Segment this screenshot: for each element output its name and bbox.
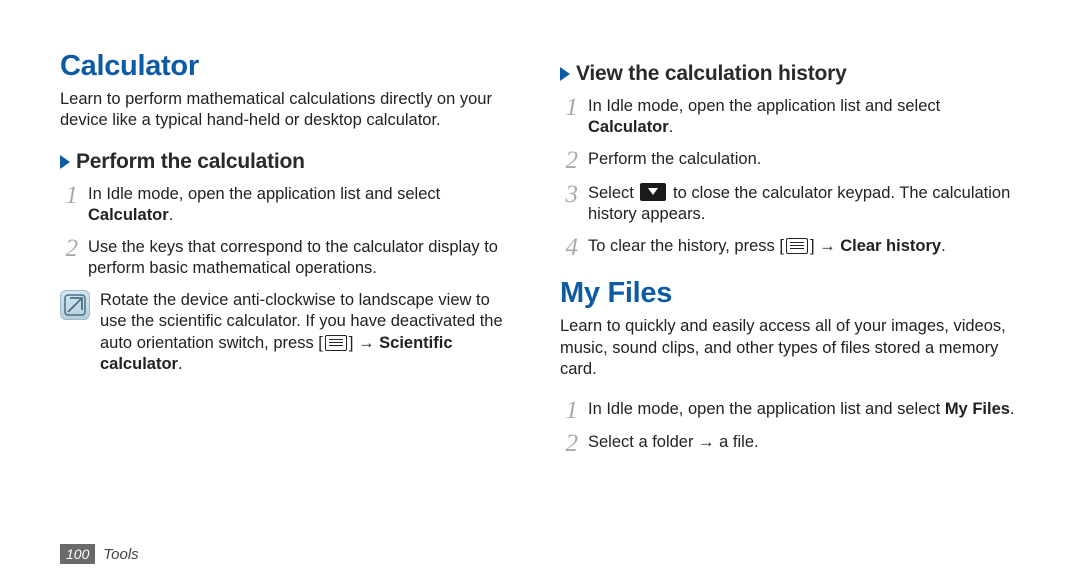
step-2: 2 Select a folder → a file. (560, 432, 1020, 456)
step-body: In Idle mode, open the application list … (88, 184, 520, 227)
app-name-calculator: Calculator (588, 118, 669, 136)
text: In Idle mode, open the application list … (88, 185, 440, 203)
step-body: Select a folder → a file. (588, 432, 1020, 456)
chevron-right-icon (60, 155, 70, 169)
text: In Idle mode, open the application list … (588, 97, 940, 115)
step-number: 2 (60, 237, 78, 280)
heading-calculator: Calculator (60, 50, 520, 83)
menu-item-clear-history: Clear history (840, 237, 941, 255)
calculator-intro: Learn to perform mathematical calculatio… (60, 89, 520, 132)
text: . (169, 206, 174, 224)
page-footer: 100 Tools (60, 544, 139, 564)
text: In Idle mode, open the application list … (588, 400, 945, 418)
step-4: 4 To clear the history, press [ ] → Clear… (560, 236, 1020, 260)
step-number: 1 (560, 96, 578, 139)
subhead-text: Perform the calculation (76, 150, 305, 174)
text: . (1010, 400, 1015, 418)
subhead-view-history: View the calculation history (560, 62, 1020, 86)
text: ] → (810, 237, 840, 255)
step-1: 1 In Idle mode, open the application lis… (560, 399, 1020, 423)
note-scientific-calculator: Rotate the device anti-clockwise to land… (60, 290, 520, 376)
chevron-right-icon (560, 67, 570, 81)
step-number: 3 (560, 183, 578, 226)
step-2: 2 Use the keys that correspond to the ca… (60, 237, 520, 280)
step-number: 4 (560, 236, 578, 260)
menu-icon (786, 238, 808, 254)
step-body: Use the keys that correspond to the calc… (88, 237, 520, 280)
step-body: Perform the calculation. (588, 149, 1020, 173)
step-body: Select to close the calculator keypad. T… (588, 183, 1020, 226)
manual-page: Calculator Learn to perform mathematical… (0, 0, 1080, 586)
page-number: 100 (60, 544, 95, 564)
text: ] → (349, 334, 379, 352)
subhead-text: View the calculation history (576, 62, 847, 86)
text: . (941, 237, 946, 255)
note-icon (60, 290, 90, 320)
note-body: Rotate the device anti-clockwise to land… (100, 290, 520, 376)
step-1: 1 In Idle mode, open the application lis… (60, 184, 520, 227)
section-label: Tools (103, 546, 138, 563)
step-number: 2 (560, 149, 578, 173)
my-files-intro: Learn to quickly and easily access all o… (560, 316, 1020, 380)
text: To clear the history, press [ (588, 237, 784, 255)
step-body: In Idle mode, open the application list … (588, 96, 1020, 139)
dropdown-icon (640, 183, 666, 201)
step-3: 3 Select to close the calculator keypad.… (560, 183, 1020, 226)
step-number: 1 (60, 184, 78, 227)
text: Select (588, 184, 638, 202)
app-name-my-files: My Files (945, 400, 1010, 418)
left-column: Calculator Learn to perform mathematical… (60, 50, 520, 576)
right-column: View the calculation history 1 In Idle m… (560, 50, 1020, 576)
step-body: To clear the history, press [ ] → Clear h… (588, 236, 1020, 260)
menu-icon (325, 335, 347, 351)
step-number: 2 (560, 432, 578, 456)
step-number: 1 (560, 399, 578, 423)
text: . (669, 118, 674, 136)
heading-my-files: My Files (560, 277, 1020, 310)
step-1: 1 In Idle mode, open the application lis… (560, 96, 1020, 139)
text: . (178, 355, 183, 373)
step-2: 2 Perform the calculation. (560, 149, 1020, 173)
app-name-calculator: Calculator (88, 206, 169, 224)
step-body: In Idle mode, open the application list … (588, 399, 1020, 423)
subhead-perform-calculation: Perform the calculation (60, 150, 520, 174)
